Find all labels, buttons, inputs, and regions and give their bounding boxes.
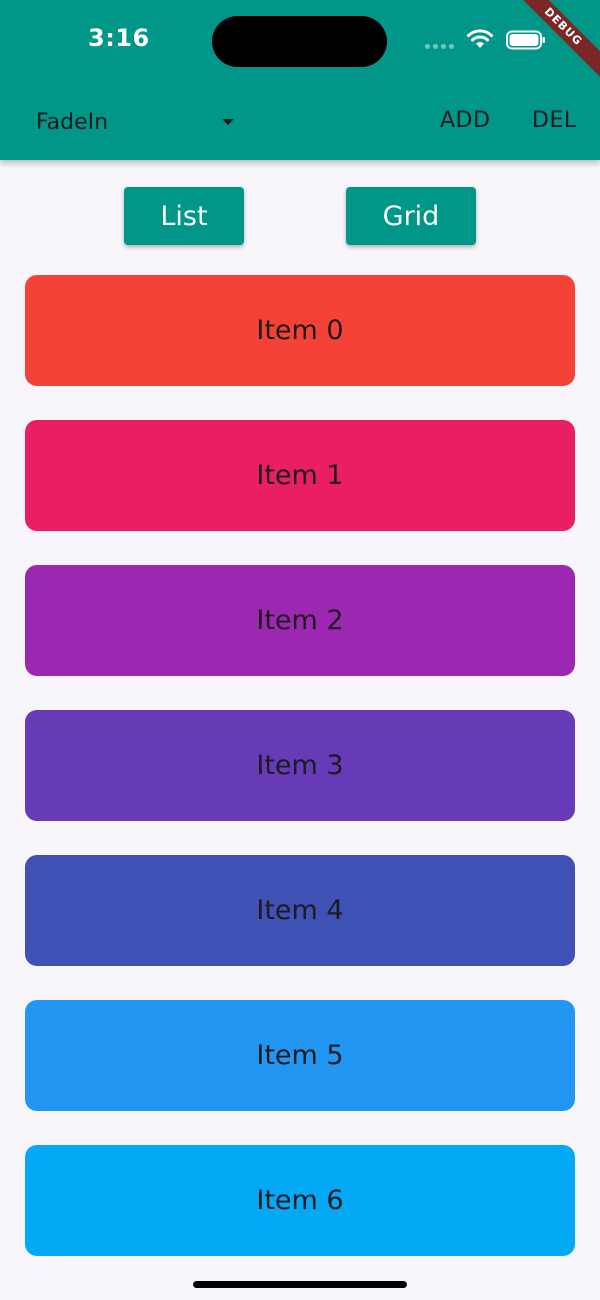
caret-down-icon (222, 119, 234, 125)
list-item-label: Item 1 (256, 460, 344, 491)
cellular-signal-icon (425, 44, 454, 49)
list-item-label: Item 4 (256, 895, 344, 926)
battery-icon (506, 30, 545, 50)
delete-button[interactable]: DEL (532, 108, 577, 133)
item-list: Item 0 Item 1 Item 2 Item 3 Item 4 Item … (25, 275, 575, 1290)
dropdown-selected-value: FadeIn (36, 109, 109, 135)
add-button[interactable]: ADD (440, 108, 490, 133)
grid-layout-button[interactable]: Grid (346, 187, 476, 245)
list-item[interactable]: Item 1 (25, 420, 575, 531)
list-item[interactable]: Item 3 (25, 710, 575, 821)
list-item[interactable]: Item 2 (25, 565, 575, 676)
list-item[interactable]: Item 0 (25, 275, 575, 386)
app-bar: 3:16 FadeIn ADD DEL (0, 0, 600, 160)
list-layout-button[interactable]: List (124, 187, 244, 245)
list-item-label: Item 5 (256, 1040, 344, 1071)
list-item-label: Item 6 (256, 1185, 344, 1216)
list-item[interactable]: Item 5 (25, 1000, 575, 1111)
list-item-label: Item 3 (256, 750, 344, 781)
list-item-label: Item 2 (256, 605, 344, 636)
animation-type-dropdown[interactable]: FadeIn (36, 104, 236, 140)
dynamic-island (212, 16, 387, 67)
list-item[interactable]: Item 4 (25, 855, 575, 966)
home-indicator (193, 1281, 407, 1288)
wifi-icon (467, 29, 493, 48)
status-time: 3:16 (88, 24, 150, 52)
list-item-label: Item 0 (256, 315, 344, 346)
list-item[interactable]: Item 6 (25, 1145, 575, 1256)
